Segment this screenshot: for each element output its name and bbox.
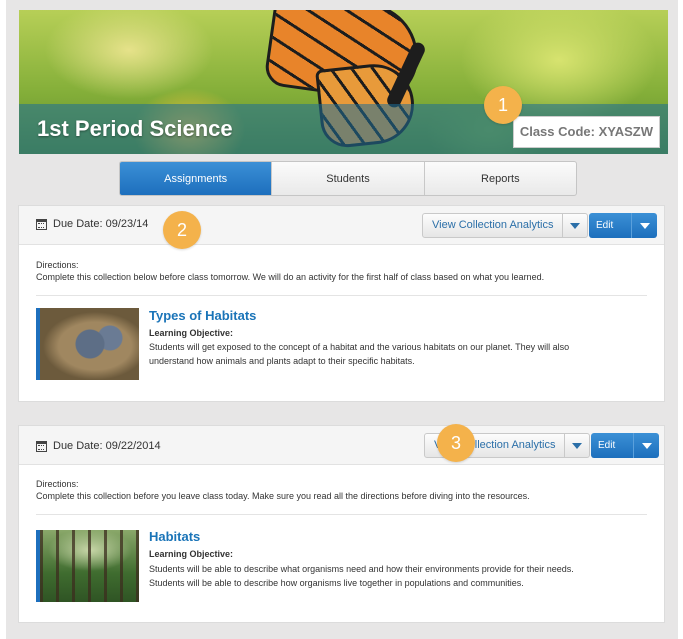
calendar-icon bbox=[36, 440, 47, 452]
view-analytics-button[interactable]: View Collection Analytics bbox=[422, 213, 589, 238]
due-date: Due Date: 09/22/2014 bbox=[36, 440, 161, 452]
directions-label: Directions: bbox=[36, 479, 79, 489]
learning-objective-line: Students will get exposed to the concept… bbox=[149, 342, 570, 352]
class-tabs: Assignments Students Reports bbox=[119, 161, 577, 196]
assignment-card: Due Date: 09/23/14 View Collection Analy… bbox=[18, 205, 665, 402]
callout-badge: 2 bbox=[163, 211, 201, 249]
chevron-down-icon bbox=[572, 442, 583, 449]
directions-text: Complete this collection below before cl… bbox=[36, 272, 545, 282]
learning-objective-line: Students will be able to describe how or… bbox=[149, 578, 524, 588]
callout-badge: 3 bbox=[437, 424, 475, 462]
collection-title-link[interactable]: Types of Habitats bbox=[149, 308, 256, 323]
class-code: Class Code: XYASZW bbox=[512, 116, 660, 148]
divider bbox=[36, 295, 647, 296]
edit-button[interactable]: Edit bbox=[591, 433, 659, 458]
chevron-down-icon bbox=[570, 222, 581, 229]
calendar-icon bbox=[36, 218, 47, 230]
edit-button[interactable]: Edit bbox=[589, 213, 657, 238]
edit-dropdown-toggle[interactable] bbox=[631, 213, 657, 238]
learning-objective-line: understand how animals and plants adapt … bbox=[149, 356, 415, 366]
due-date-text: Due Date: 09/22/2014 bbox=[53, 440, 161, 452]
directions-text: Complete this collection before you leav… bbox=[36, 491, 530, 501]
assignment-header: Due Date: 09/23/14 View Collection Analy… bbox=[19, 206, 664, 245]
chevron-down-icon bbox=[641, 442, 652, 449]
tab-reports[interactable]: Reports bbox=[425, 162, 576, 195]
collection-thumbnail[interactable] bbox=[36, 308, 139, 380]
view-analytics-label[interactable]: View Collection Analytics bbox=[423, 214, 562, 237]
learning-objective-line: Students will be able to describe what o… bbox=[149, 564, 574, 574]
edit-dropdown-toggle[interactable] bbox=[633, 433, 659, 458]
collection-thumbnail[interactable] bbox=[36, 530, 139, 602]
edit-label[interactable]: Edit bbox=[591, 433, 633, 458]
class-banner: 1st Period Science Class Code: XYASZW bbox=[19, 10, 668, 154]
due-date-text: Due Date: 09/23/14 bbox=[53, 218, 149, 230]
due-date: Due Date: 09/23/14 bbox=[36, 218, 148, 230]
tab-assignments[interactable]: Assignments bbox=[120, 162, 273, 195]
class-title: 1st Period Science bbox=[37, 116, 233, 141]
callout-badge: 1 bbox=[484, 86, 522, 124]
learning-objective-text: Students will be able to describe what o… bbox=[149, 562, 629, 590]
assignment-header: Due Date: 09/22/2014 View Collection Ana… bbox=[19, 426, 664, 465]
divider bbox=[36, 514, 647, 515]
learning-objective-label: Learning Objective: bbox=[149, 549, 234, 559]
learning-objective-text: Students will get exposed to the concept… bbox=[149, 340, 629, 368]
analytics-dropdown-toggle[interactable] bbox=[564, 434, 589, 457]
learning-objective-label: Learning Objective: bbox=[149, 328, 234, 338]
collection-title-link[interactable]: Habitats bbox=[149, 529, 200, 544]
directions-label: Directions: bbox=[36, 260, 79, 270]
chevron-down-icon bbox=[639, 222, 650, 229]
edit-label[interactable]: Edit bbox=[589, 213, 631, 238]
assignment-card: Due Date: 09/22/2014 View Collection Ana… bbox=[18, 425, 665, 623]
analytics-dropdown-toggle[interactable] bbox=[562, 214, 587, 237]
tab-students[interactable]: Students bbox=[272, 162, 425, 195]
